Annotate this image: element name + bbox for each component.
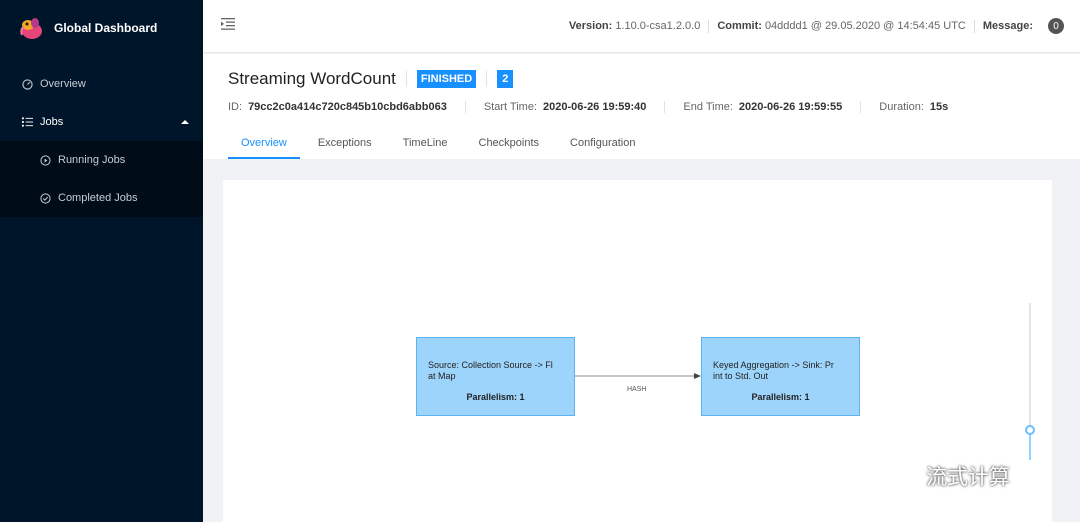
graph-node-source[interactable]: Source: Collection Source -> Fl at Map P… — [416, 337, 575, 416]
zoom-slider-handle[interactable] — [1025, 425, 1035, 435]
graph-edge — [575, 373, 701, 379]
zoom-slider-fill — [1029, 433, 1031, 460]
wechat-icon — [878, 458, 918, 494]
watermark: 流式计算 — [878, 458, 1010, 494]
graph-node-aggregation[interactable]: Keyed Aggregation -> Sink: Pr int to Std… — [701, 337, 860, 416]
node-name: Keyed Aggregation -> Sink: Pr int to Std… — [713, 360, 834, 381]
node-parallelism: Parallelism: 1 — [751, 392, 810, 402]
node-parallelism: Parallelism: 1 — [466, 392, 525, 402]
edge-label: HASH — [627, 386, 647, 393]
watermark-text: 流式计算 — [926, 466, 1010, 489]
node-name: Source: Collection Source -> Fl at Map — [428, 360, 553, 381]
